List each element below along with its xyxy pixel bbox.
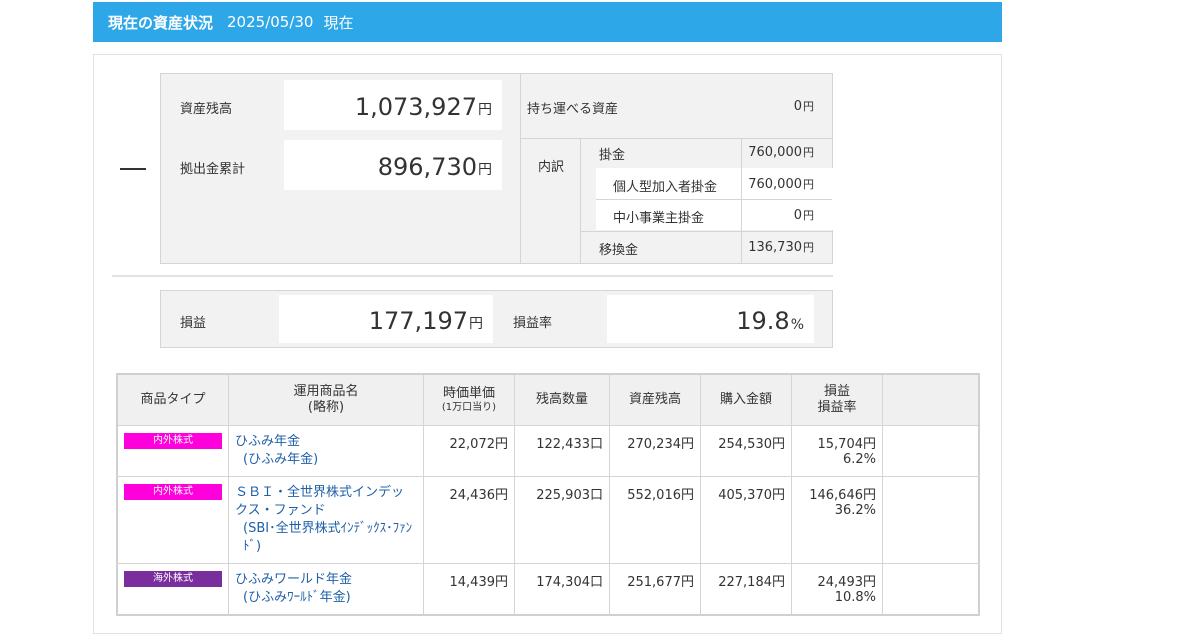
pl-cell: 24,493円 10.8% — [791, 563, 883, 616]
fund-short-name: (SBI･全世界株式ｲﾝﾃﾞｯｸｽ･ﾌｧﾝﾄﾞ) — [243, 521, 413, 554]
contrib-label: 拠出金累計 — [180, 162, 246, 177]
qty-cell: 122,433口 — [514, 425, 610, 477]
price-cell: 14,439円 — [423, 563, 515, 616]
fund-name-link[interactable]: ひふみワールド年金 — [235, 572, 352, 587]
col-name: 運用商品名 (略称) — [228, 373, 424, 426]
cost-cell: 405,370円 — [700, 476, 792, 564]
fund-name-link[interactable]: ＳＢＩ・全世界株式インデックス・ファンド — [235, 485, 404, 518]
row-separator — [521, 138, 832, 139]
pl-rate-box: 19.8% — [607, 295, 814, 343]
col-pl: 損益 損益率 — [791, 373, 883, 426]
col-blank — [882, 373, 980, 426]
type-cell: 内外株式 — [116, 476, 229, 564]
blank-cell — [882, 563, 980, 616]
pl-value-box: 177,197 円 — [279, 295, 493, 343]
blank-cell — [882, 476, 980, 564]
employer-value: 0円 — [793, 208, 814, 223]
balance-unit: 円 — [478, 102, 492, 118]
cost-cell: 254,530円 — [700, 425, 792, 477]
as-of-date: 2025/05/30 — [227, 13, 314, 31]
pl-label: 損益 — [180, 316, 207, 331]
asset-status-page: 現在の資産状況 2025/05/30 現在 資産残高 1,073,927 円 拠出… — [0, 0, 1200, 634]
section-header: 現在の資産状況 2025/05/30 現在 — [93, 2, 1002, 42]
table-row: 海外株式 ひふみワールド年金 (ひふみﾜｰﾙﾄﾞ年金) 14,439円 174,304口… — [116, 563, 980, 616]
portable-label: 持ち運べる資産 — [527, 102, 619, 117]
kakekin-label: 掛金 — [599, 148, 626, 163]
balance-value: 1,073,927 — [354, 93, 477, 121]
pl-rate-value: 19.8 — [736, 307, 790, 335]
price-cell: 24,436円 — [423, 476, 515, 564]
transfer-separator — [581, 231, 832, 232]
table-row: 内外株式 ＳＢＩ・全世界株式インデックス・ファンド (SBI･全世界株式ｲﾝﾃﾞｯｸ… — [116, 476, 980, 564]
cost-cell: 227,184円 — [700, 563, 792, 616]
fund-cell: ＳＢＩ・全世界株式インデックス・ファンド (SBI･全世界株式ｲﾝﾃﾞｯｸｽ･ﾌｧ… — [228, 476, 424, 564]
fund-short-name: (ひふみ年金) — [243, 452, 319, 467]
collapse-toggle-icon[interactable] — [120, 168, 146, 170]
fund-short-name: (ひふみﾜｰﾙﾄﾞ年金) — [243, 590, 351, 605]
col-type: 商品タイプ — [116, 373, 229, 426]
balance-cell: 552,016円 — [609, 476, 701, 564]
pl-cell: 15,704円 6.2% — [791, 425, 883, 477]
kakekin-value: 760,000円 — [748, 145, 814, 160]
breakdown-separator — [580, 138, 581, 263]
col-balance: 資産残高 — [609, 373, 701, 426]
contrib-value: 896,730 — [377, 153, 477, 181]
balance-value-box: 1,073,927 円 — [284, 80, 502, 130]
fund-cell: ひふみワールド年金 (ひふみﾜｰﾙﾄﾞ年金) — [228, 563, 424, 616]
price-cell: 22,072円 — [423, 425, 515, 477]
asset-summary-box: 資産残高 1,073,927 円 拠出金累計 896,730 円 持ち運べる資産 0… — [160, 73, 833, 264]
qty-cell: 174,304口 — [514, 563, 610, 616]
holdings-body: 内外株式 ひふみ年金 (ひふみ年金) 22,072円 122,433口 270,234円 2… — [116, 425, 980, 616]
transfer-value: 136,730円 — [748, 240, 814, 255]
table-header-row: 商品タイプ 運用商品名 (略称) 時価単価 (1万口当り) 残高数量 資産残高 購入… — [116, 373, 980, 426]
value-separator — [741, 138, 742, 263]
holdings-table: 商品タイプ 運用商品名 (略称) 時価単価 (1万口当り) 残高数量 資産残高 購入… — [116, 373, 980, 616]
col-cost: 購入金額 — [700, 373, 792, 426]
transfer-label: 移換金 — [599, 243, 639, 258]
type-badge: 海外株式 — [124, 571, 222, 587]
section-title: 現在の資産状況 — [108, 13, 214, 32]
col-qty: 残高数量 — [514, 373, 610, 426]
section-divider — [112, 275, 833, 277]
profit-loss-box: 損益 177,197 円 損益率 19.8% — [160, 290, 833, 348]
pl-value: 177,197 — [368, 307, 468, 335]
contrib-value-box: 896,730 円 — [284, 140, 502, 190]
balance-label: 資産残高 — [180, 102, 233, 117]
portable-value: 0円 — [793, 99, 814, 114]
pl-unit: 円 — [469, 316, 483, 332]
type-badge: 内外株式 — [124, 433, 222, 449]
employer-label: 中小事業主掛金 — [613, 211, 705, 226]
pl-cell: 146,646円 36.2% — [791, 476, 883, 564]
type-cell: 海外株式 — [116, 563, 229, 616]
fund-cell: ひふみ年金 (ひふみ年金) — [228, 425, 424, 477]
type-badge: 内外株式 — [124, 484, 222, 500]
fund-name-link[interactable]: ひふみ年金 — [235, 434, 300, 449]
blank-cell — [882, 425, 980, 477]
table-row: 内外株式 ひふみ年金 (ひふみ年金) 22,072円 122,433口 270,234円 2… — [116, 425, 980, 477]
col-price: 時価単価 (1万口当り) — [423, 373, 515, 426]
contrib-unit: 円 — [478, 162, 492, 178]
detail-row-separator — [596, 199, 832, 200]
balance-cell: 270,234円 — [609, 425, 701, 477]
as-of-suffix: 現在 — [323, 13, 354, 32]
qty-cell: 225,903口 — [514, 476, 610, 564]
type-cell: 内外株式 — [116, 425, 229, 477]
balance-cell: 251,677円 — [609, 563, 701, 616]
pl-rate-label: 損益率 — [513, 316, 553, 331]
personal-label: 個人型加入者掛金 — [613, 180, 718, 195]
pl-rate-unit: % — [790, 317, 804, 333]
column-separator — [520, 74, 521, 263]
personal-value: 760,000円 — [748, 177, 814, 192]
breakdown-label: 内訳 — [538, 160, 565, 175]
